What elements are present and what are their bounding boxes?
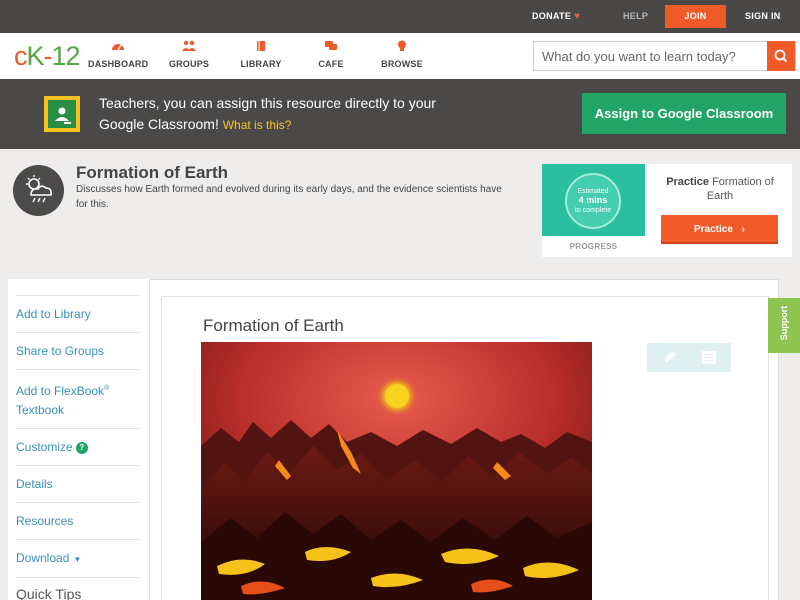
sidebar-item-details[interactable]: Details xyxy=(16,466,139,503)
sidebar-menu: Add to Library Share to Groups Add to Fl… xyxy=(16,295,139,600)
nav-dashboard[interactable]: DASHBOARD xyxy=(88,40,148,69)
classroom-banner: Teachers, you can assign this resource d… xyxy=(0,79,800,149)
practice-title: Practice Formation of Earth xyxy=(652,175,788,203)
sidebar-item-customize[interactable]: Customize? xyxy=(16,429,139,466)
donate-label: DONATE xyxy=(532,11,572,21)
classroom-banner-text: Teachers, you can assign this resource d… xyxy=(99,93,459,136)
help-icon[interactable]: ? xyxy=(75,442,88,454)
sidebar-item-add-to-flexbook[interactable]: Add to FlexBook® Textbook xyxy=(16,370,139,429)
google-classroom-icon xyxy=(44,96,80,132)
concept-title: Formation of Earth xyxy=(76,163,229,182)
practice-button-label: Practice xyxy=(693,224,733,235)
concept-description: Discusses how Earth formed and evolved d… xyxy=(76,184,502,210)
weather-icon xyxy=(13,165,64,216)
speedometer-icon xyxy=(112,44,124,51)
sidebar-item-resources[interactable]: Resources xyxy=(16,503,139,540)
donate-link[interactable]: DONATE ♥ xyxy=(532,0,580,33)
search-input[interactable] xyxy=(534,42,769,70)
logo-k: K xyxy=(26,41,45,71)
caret-down-icon: ▼ xyxy=(73,555,82,564)
logo-c: c xyxy=(14,41,27,71)
people-icon xyxy=(182,40,196,51)
nav-browse[interactable]: BROWSE xyxy=(380,40,424,69)
book-icon xyxy=(257,41,265,51)
what-is-this-link[interactable]: What is this? xyxy=(223,118,292,132)
sidebar: Add to Library Share to Groups Add to Fl… xyxy=(8,279,150,600)
chat-icon xyxy=(325,41,337,50)
search-button[interactable] xyxy=(767,41,795,71)
sidebar-item-share-to-groups[interactable]: Share to Groups xyxy=(16,333,139,370)
practice-card: Estimated 4 mins to complete PROGRESS Pr… xyxy=(542,164,792,257)
practice-title-rest: Formation of Earth xyxy=(706,176,774,202)
progress-ring: Estimated 4 mins to complete xyxy=(565,173,621,229)
lesson-title: Formation of Earth xyxy=(203,316,344,335)
sidebar-item-label: Add to Library xyxy=(16,307,91,321)
sidebar-item-label: Add to FlexBook xyxy=(16,384,105,398)
sidebar-item-label: Share to Groups xyxy=(16,344,105,358)
ck12-logo[interactable]: cK-12 xyxy=(14,41,81,71)
nav-groups[interactable]: GROUPS xyxy=(166,40,212,69)
nav-cafe[interactable]: CAFE xyxy=(314,40,348,69)
registered-mark: ® xyxy=(104,385,110,392)
sidebar-item-label: Details xyxy=(16,477,53,491)
assign-to-classroom-button[interactable]: Assign to Google Classroom xyxy=(582,93,786,134)
logo-dash: - xyxy=(43,41,53,71)
nav-browse-label: BROWSE xyxy=(381,59,423,69)
support-tab[interactable]: Support xyxy=(768,298,800,353)
nav-cafe-label: CAFE xyxy=(318,59,344,69)
practice-button[interactable]: Practice › xyxy=(661,215,778,244)
logo-number: 12 xyxy=(51,41,81,71)
search-icon xyxy=(774,49,788,63)
nav-library[interactable]: LIBRARY xyxy=(239,40,283,69)
progress-label: PROGRESS xyxy=(569,242,618,251)
sidebar-item-label: Download xyxy=(16,551,70,565)
heart-icon: ♥ xyxy=(574,11,581,22)
progress-illustration: Estimated 4 mins to complete xyxy=(542,164,645,236)
lightbulb-icon xyxy=(398,40,406,51)
top-utility-bar: DONATE ♥ HELP JOIN SIGN IN xyxy=(0,0,800,33)
notes-icon[interactable] xyxy=(701,350,717,365)
help-link[interactable]: HELP xyxy=(623,0,648,33)
search-box xyxy=(533,41,796,71)
practice-title-bold: Practice xyxy=(666,176,709,188)
estimated-label: Estimated xyxy=(577,188,609,195)
sign-in-link[interactable]: SIGN IN xyxy=(745,0,781,33)
annotation-tools xyxy=(647,343,731,372)
sidebar-item-download[interactable]: Download ▼ xyxy=(16,540,139,578)
early-earth-image xyxy=(201,342,592,600)
nav-library-label: LIBRARY xyxy=(240,59,282,69)
nav-dashboard-label: DASHBOARD xyxy=(88,59,149,69)
estimated-minutes: 4 mins xyxy=(578,195,608,205)
sidebar-item-label: Customize xyxy=(16,440,73,454)
sidebar-item-label: Textbook xyxy=(16,403,65,417)
main-nav: cK-12 DASHBOARD GROUPS LIBRARY CAFE BROW… xyxy=(0,33,800,79)
sidebar-item-add-to-library[interactable]: Add to Library xyxy=(16,296,139,333)
join-button[interactable]: JOIN xyxy=(665,5,726,28)
quick-tips-heading[interactable]: Quick Tips xyxy=(16,578,139,600)
sidebar-item-label: Resources xyxy=(16,514,74,528)
nav-groups-label: GROUPS xyxy=(168,59,210,69)
chevron-right-icon: › xyxy=(741,224,746,235)
support-label: Support xyxy=(779,305,789,341)
to-complete-label: to complete xyxy=(574,207,612,214)
pencil-icon[interactable] xyxy=(662,349,678,365)
